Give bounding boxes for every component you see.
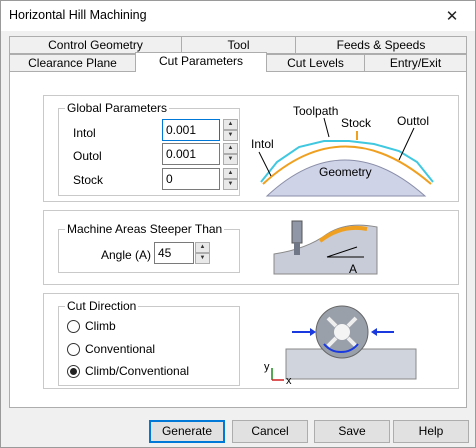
tab-panel: Global Parameters Intol 0.001 ▲ ▼ Outol … <box>9 71 467 408</box>
stock-label: Stock <box>73 173 104 187</box>
intol-input[interactable]: 0.001 <box>162 119 220 141</box>
radio-climb-conventional[interactable]: Climb/Conventional <box>67 364 189 378</box>
spin-down-icon[interactable]: ▼ <box>195 253 210 264</box>
radio-label: Climb <box>85 319 116 333</box>
intol-spinner[interactable]: ▲ ▼ <box>223 119 238 141</box>
angle-spinner[interactable]: ▲ ▼ <box>195 242 210 264</box>
section-steep: Machine Areas Steeper Than Angle (A) 45 … <box>43 210 459 285</box>
angle-diagram-label: A <box>349 262 357 276</box>
tab-cut-levels[interactable]: Cut Levels <box>266 54 365 72</box>
radio-selected-dot <box>70 367 77 375</box>
spin-down-icon[interactable]: ▼ <box>223 130 238 141</box>
group-title: Machine Areas Steeper Than <box>65 222 225 236</box>
cut-direction-diagram: y x <box>264 305 417 386</box>
section-cut: Cut Direction Climb Conventional Climb/C… <box>43 293 459 389</box>
generate-button[interactable]: Generate <box>149 420 225 443</box>
close-icon[interactable]: ✕ <box>429 1 475 31</box>
radio-climb[interactable]: Climb <box>67 319 116 333</box>
radio-button[interactable] <box>67 319 80 333</box>
stock-diagram-label: Stock <box>341 116 372 130</box>
angle-label: Angle (A) <box>101 248 152 262</box>
radio-conventional[interactable]: Conventional <box>67 342 155 356</box>
geometry-diagram-label: Geometry <box>319 165 372 179</box>
intol-diagram-label: Intol <box>251 137 274 151</box>
tab-clearance-plane[interactable]: Clearance Plane <box>9 54 136 72</box>
radio-button[interactable] <box>67 364 80 378</box>
radio-label: Climb/Conventional <box>85 364 190 378</box>
help-button[interactable]: Help <box>393 420 469 443</box>
outtol-diagram-label: Outtol <box>397 114 429 128</box>
radio-button[interactable] <box>67 342 80 356</box>
window-title: Horizontal Hill Machining <box>9 8 147 22</box>
angle-input[interactable]: 45 <box>154 242 194 264</box>
dialog-window: Horizontal Hill Machining ✕ Control Geom… <box>0 0 476 448</box>
title-bar: Horizontal Hill Machining ✕ <box>1 1 475 31</box>
spin-down-icon[interactable]: ▼ <box>223 179 238 190</box>
spin-up-icon[interactable]: ▲ <box>195 242 210 253</box>
toolpath-label: Toolpath <box>293 104 338 118</box>
spin-down-icon[interactable]: ▼ <box>223 154 238 165</box>
stock-input[interactable]: 0 <box>162 168 220 190</box>
stock-spinner[interactable]: ▲ ▼ <box>223 168 238 190</box>
outol-spinner[interactable]: ▲ ▼ <box>223 143 238 165</box>
section-global: Global Parameters Intol 0.001 ▲ ▼ Outol … <box>43 95 459 202</box>
outol-input[interactable]: 0.001 <box>162 143 220 165</box>
group-title: Cut Direction <box>65 299 139 313</box>
axis-y-label: y <box>264 361 270 373</box>
steep-group: Machine Areas Steeper Than Angle (A) 45 … <box>58 222 240 273</box>
spin-up-icon[interactable]: ▲ <box>223 168 238 179</box>
spin-up-icon[interactable]: ▲ <box>223 119 238 130</box>
tab-feeds-speeds[interactable]: Feeds & Speeds <box>295 36 467 54</box>
axis-x-label: x <box>286 375 292 386</box>
group-title: Global Parameters <box>65 101 170 115</box>
spin-up-icon[interactable]: ▲ <box>223 143 238 154</box>
cut-direction-group: Cut Direction Climb Conventional Climb/C… <box>58 299 240 386</box>
cancel-button[interactable]: Cancel <box>232 420 308 443</box>
intol-label: Intol <box>73 126 96 140</box>
radio-label: Conventional <box>85 342 156 356</box>
tab-entry-exit[interactable]: Entry/Exit <box>364 54 467 72</box>
global-parameters-group: Global Parameters Intol 0.001 ▲ ▼ Outol … <box>58 101 240 196</box>
tab-cut-parameters[interactable]: Cut Parameters <box>135 52 267 72</box>
steep-angle-diagram: A <box>273 220 378 276</box>
tolerance-diagram: Toolpath Stock Intol Outtol Geometry <box>251 104 434 197</box>
outol-label: Outol <box>73 149 102 163</box>
save-button[interactable]: Save <box>314 420 390 443</box>
